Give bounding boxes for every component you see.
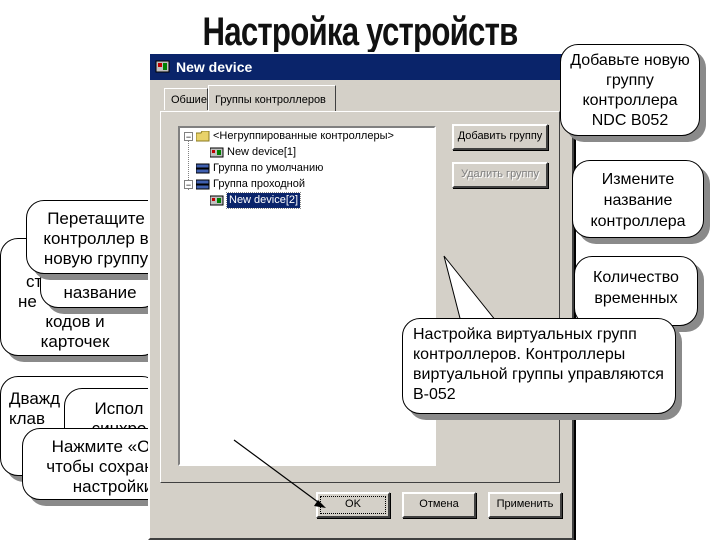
folder-icon [196,131,210,142]
dialog-title: New device [176,59,253,75]
callout-left-partial-b: не [18,292,37,311]
group-icon [196,179,210,190]
tab-controller-groups[interactable]: Группы контроллеров [208,85,336,111]
controller-tree[interactable]: − <Негруппированные контроллеры> New dev… [178,126,436,466]
controller-icon [210,147,224,158]
collapse-icon[interactable]: − [184,180,193,190]
tree-item-ungrouped[interactable]: <Негруппированные контроллеры> [213,129,394,144]
callout-rename: Измените название контроллера [572,160,704,238]
controller-icon [210,195,224,206]
tree-item-default-group[interactable]: Группа по умолчанию [213,161,323,176]
tree-item-device-1[interactable]: New device[1] [227,145,296,160]
device-icon [155,60,170,73]
callout-count: Количество временных [574,256,698,326]
slide-title: Настройка устройств [202,10,519,54]
callout-virtual: Настройка виртуальных групп контроллеров… [402,318,676,414]
cancel-button[interactable]: Отмена [402,492,476,518]
tree-item-entrance-group[interactable]: Группа проходной [213,177,305,192]
dialog-window: New device Обшие Группы контроллеров − <… [148,52,574,540]
dialog-titlebar[interactable]: New device [150,54,572,80]
tab-general[interactable]: Обшие [164,88,208,110]
callout-drag: Перетащите контроллер в новую группу [26,200,166,274]
collapse-icon[interactable]: − [184,132,193,142]
add-group-button[interactable]: Добавить группу [452,124,548,150]
tree-item-device-2[interactable]: New device[2] [225,192,302,209]
callout-add-group: Добавьте новую группу контроллера NDC B0… [560,44,700,136]
callout-codes-text: кодов и карточек [40,312,110,351]
delete-group-button[interactable]: Удалить группу [452,162,548,188]
group-icon [196,163,210,174]
apply-button[interactable]: Применить [488,492,562,518]
ok-button[interactable]: OK [316,492,390,518]
